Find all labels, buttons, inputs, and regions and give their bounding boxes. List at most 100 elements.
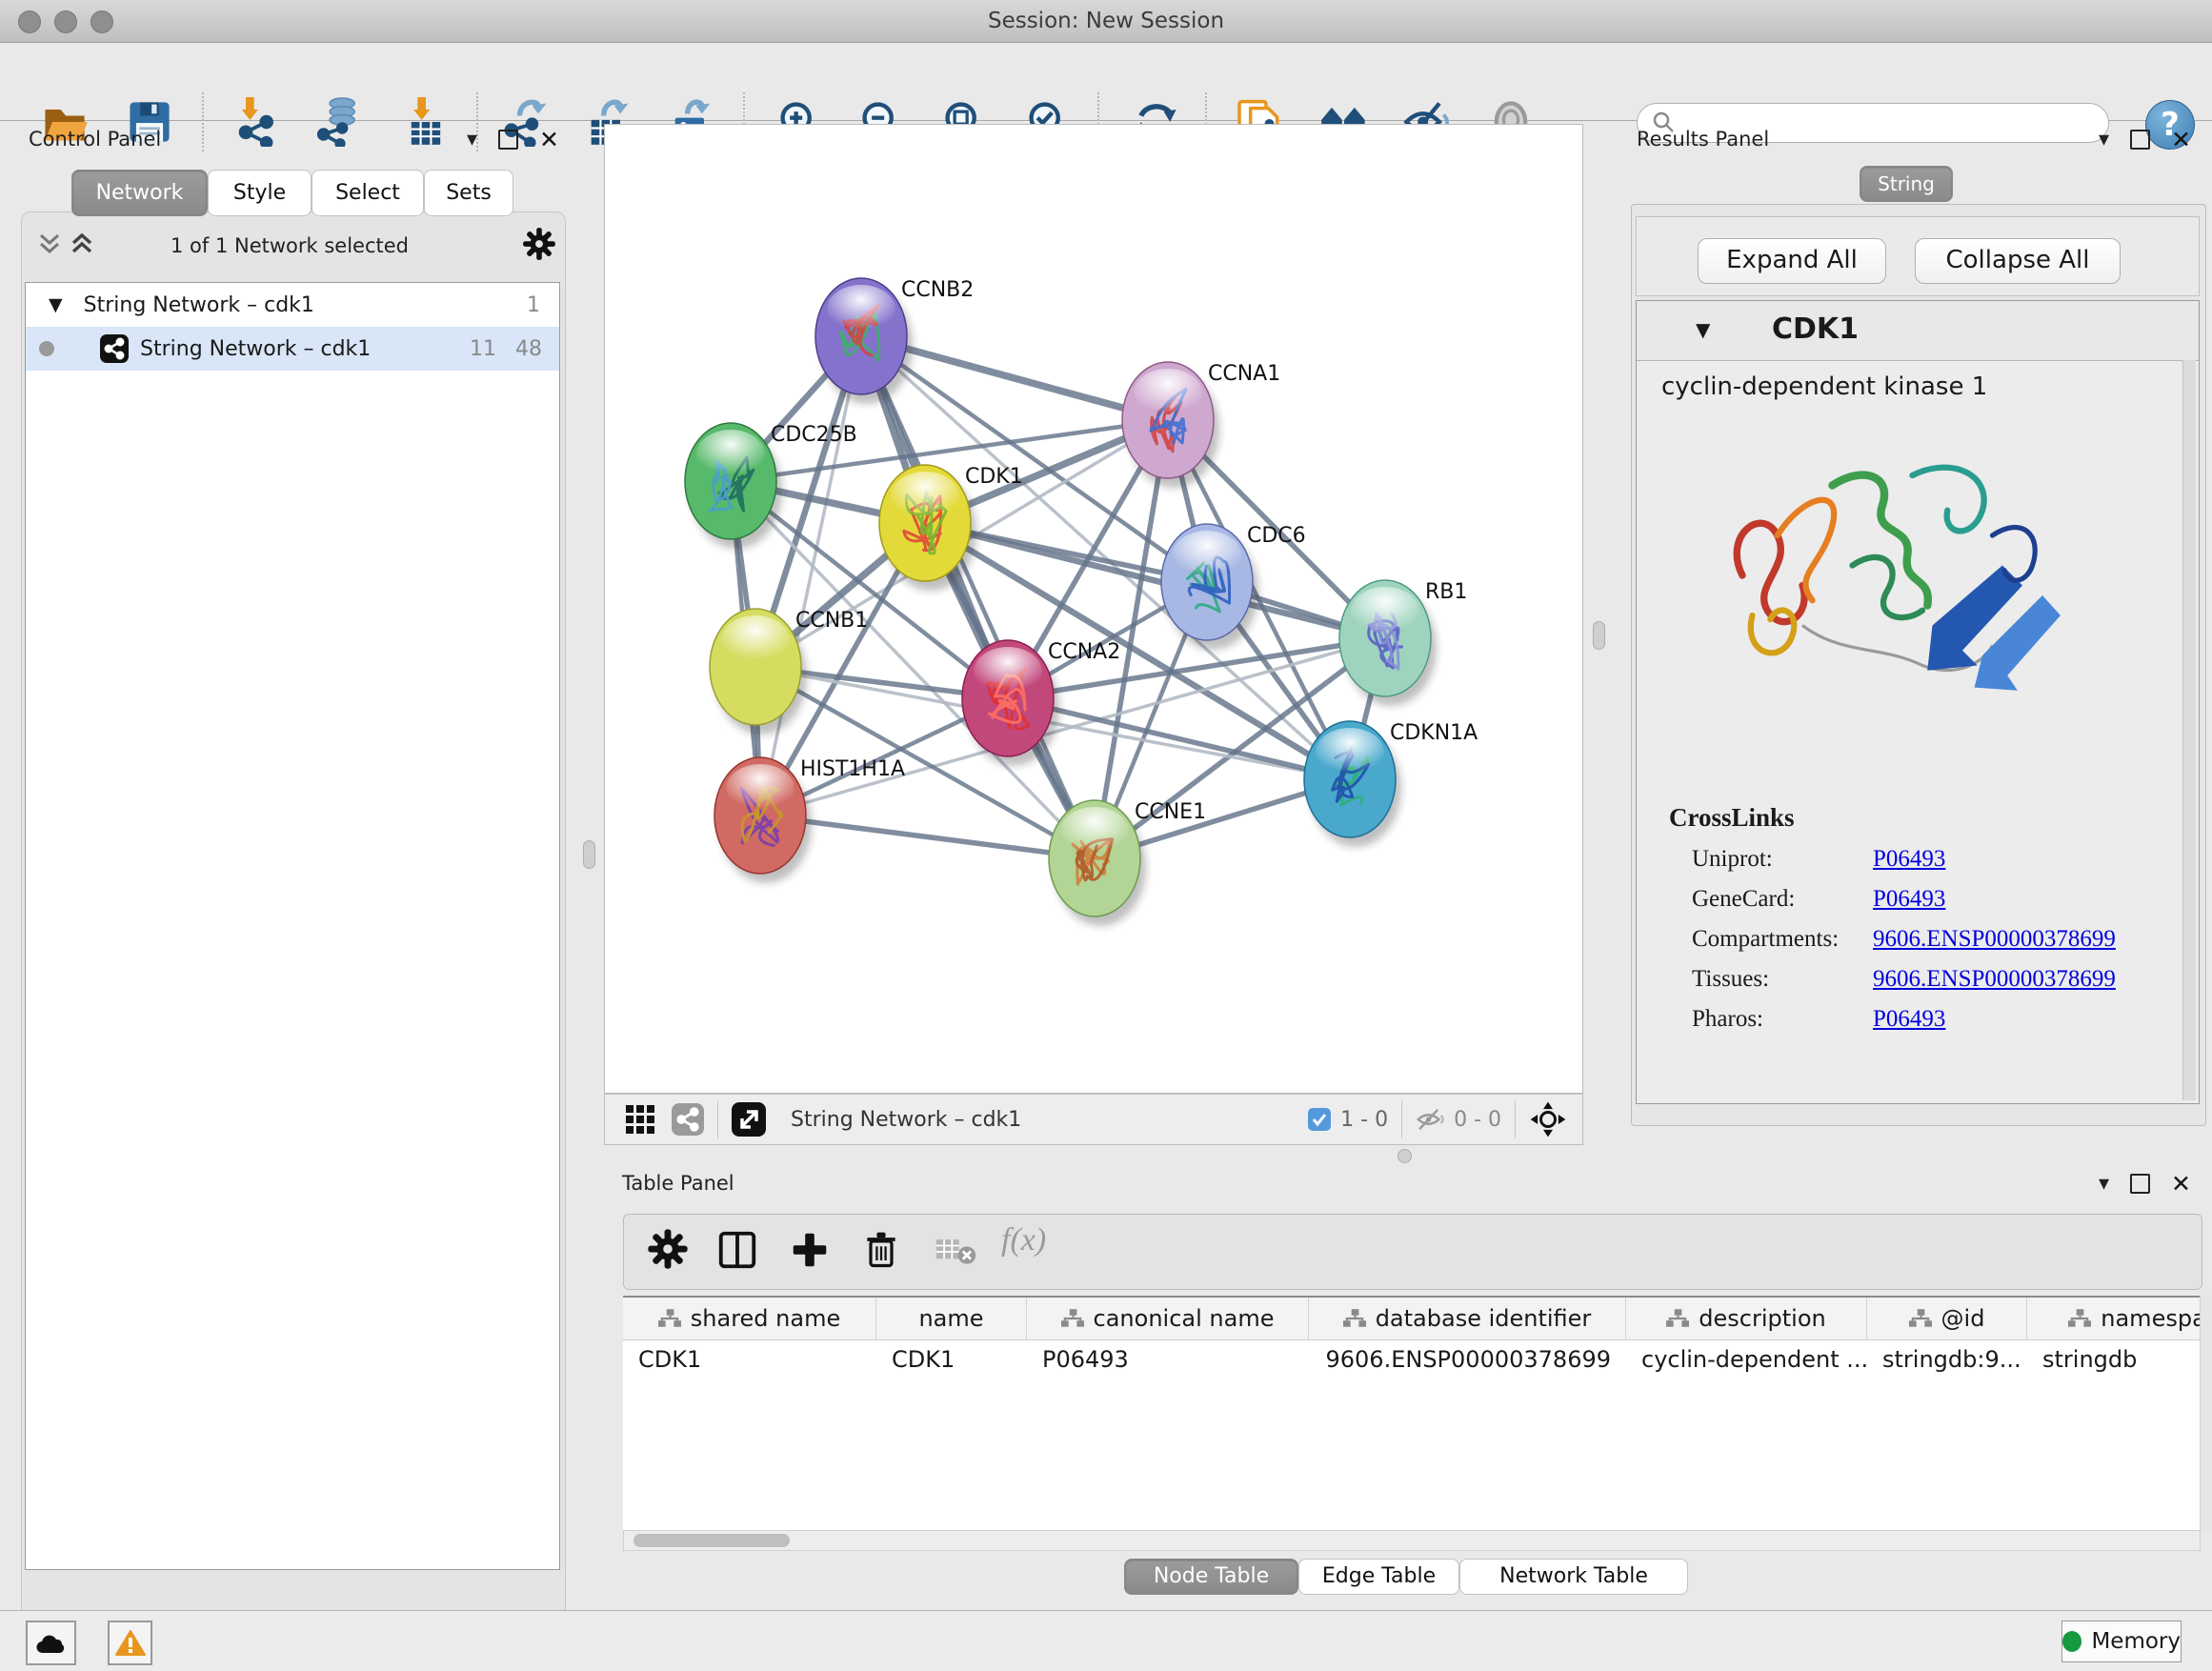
- tab-style[interactable]: Style: [208, 170, 312, 216]
- network-node-rb1[interactable]: RB1: [1339, 580, 1467, 706]
- table-row[interactable]: CDK1CDK1P064939606.ENSP00000378699cyclin…: [623, 1340, 2201, 1380]
- column-type-icon: [1666, 1309, 1689, 1328]
- network-node-ccnb2[interactable]: CCNB2: [815, 278, 974, 404]
- column-header-database-identifier[interactable]: database identifier: [1309, 1298, 1626, 1339]
- network-view-statusbar: String Network – cdk1 1 - 0 0 - 0: [604, 1094, 1583, 1145]
- panel-float-icon[interactable]: [2130, 130, 2150, 150]
- column-header-namespace[interactable]: namespace: [2027, 1298, 2201, 1339]
- crosslink-value-link[interactable]: P06493: [1873, 1006, 1945, 1033]
- network-options-gear-icon[interactable]: [522, 227, 556, 265]
- network-collection-row[interactable]: ▼ String Network – cdk1 1: [26, 283, 559, 327]
- control-panel: Control Panel ▾ ✕ Network Style Select S…: [8, 124, 572, 1610]
- tab-network[interactable]: Network: [71, 170, 208, 216]
- network-node-hist1h1a[interactable]: HIST1H1A: [714, 757, 905, 883]
- crosslinks-title: CrossLinks: [1669, 803, 2199, 833]
- table-cell[interactable]: stringdb: [2027, 1340, 2201, 1380]
- gene-entry-header[interactable]: ▼ CDK1: [1637, 301, 2199, 361]
- window-title: Session: New Session: [0, 9, 2212, 33]
- panel-close-icon[interactable]: ✕: [2171, 1172, 2191, 1196]
- network-node-cdkn1a[interactable]: CDKN1A: [1304, 721, 1478, 847]
- panel-menu-icon[interactable]: ▾: [2099, 1174, 2109, 1195]
- network-row[interactable]: String Network – cdk1 11 48: [26, 327, 559, 371]
- warning-icon: [115, 1630, 146, 1657]
- network-node-ccna2[interactable]: CCNA2: [962, 640, 1120, 766]
- network-node-ccna1[interactable]: CCNA1: [1122, 362, 1280, 488]
- panel-close-icon[interactable]: ✕: [539, 128, 559, 151]
- column-header-canonical-name[interactable]: canonical name: [1027, 1298, 1309, 1339]
- crosslink-row: GeneCard:P06493: [1692, 886, 2199, 913]
- network-status-dot: [39, 341, 54, 356]
- table-panel-title: Table Panel: [622, 1172, 734, 1195]
- tab-select[interactable]: Select: [312, 170, 424, 216]
- entry-scrollbar[interactable]: [2182, 360, 2196, 1100]
- crosslink-value-link[interactable]: P06493: [1873, 846, 1945, 873]
- crosslink-value-link[interactable]: 9606.ENSP00000378699: [1873, 926, 2116, 953]
- network-node-cdc6[interactable]: CDC6: [1161, 524, 1306, 650]
- entry-collapse-icon[interactable]: ▼: [1696, 318, 1710, 341]
- warning-status-button[interactable]: [108, 1621, 152, 1665]
- node-label: CCNE1: [1135, 800, 1206, 824]
- crosslink-value-link[interactable]: P06493: [1873, 886, 1945, 913]
- table-cell[interactable]: cyclin-dependent ...: [1626, 1340, 1867, 1380]
- panel-float-icon[interactable]: [498, 130, 518, 150]
- column-header-shared-name[interactable]: shared name: [623, 1298, 876, 1339]
- string-network-icon: [100, 334, 129, 363]
- add-column-plus-icon[interactable]: [788, 1228, 832, 1276]
- network-node-ccne1[interactable]: CCNE1: [1049, 800, 1206, 926]
- crosslink-value-link[interactable]: 9606.ENSP00000378699: [1873, 966, 2116, 993]
- memory-button[interactable]: Memory: [2061, 1621, 2182, 1662]
- tree-expand-icon[interactable]: ▼: [49, 294, 63, 315]
- open-in-window-icon[interactable]: [732, 1102, 766, 1137]
- tab-node-table[interactable]: Node Table: [1124, 1559, 1298, 1595]
- table-settings-gear-icon[interactable]: [647, 1228, 689, 1274]
- grid-view-icon[interactable]: [626, 1105, 654, 1134]
- left-splitter-handle[interactable]: [583, 840, 595, 869]
- scrollbar-thumb[interactable]: [633, 1534, 790, 1547]
- delete-table-icon[interactable]: [935, 1236, 976, 1270]
- table-cell[interactable]: stringdb:9...: [1867, 1340, 2027, 1380]
- crosslink-row: Tissues:9606.ENSP00000378699: [1692, 966, 2199, 993]
- panel-menu-icon[interactable]: ▾: [2099, 130, 2109, 151]
- memory-status-dot: [2062, 1631, 2081, 1652]
- tab-string[interactable]: String: [1860, 166, 1953, 202]
- delete-column-trash-icon[interactable]: [860, 1228, 902, 1276]
- show-columns-icon[interactable]: [715, 1228, 759, 1276]
- table-vertical-scrollbar[interactable]: [2200, 1296, 2212, 1530]
- collapse-all-button[interactable]: Collapse All: [1915, 238, 2121, 284]
- table-cell[interactable]: CDK1: [876, 1340, 1027, 1380]
- column-header-description[interactable]: description: [1626, 1298, 1867, 1339]
- selected-checkbox-icon[interactable]: [1308, 1108, 1331, 1131]
- panel-float-icon[interactable]: [2130, 1174, 2150, 1194]
- crosslinks-list: Uniprot:P06493GeneCard:P06493Compartment…: [1637, 846, 2199, 1033]
- bottom-splitter-handle[interactable]: [1398, 1149, 1412, 1163]
- network-view-canvas[interactable]: CCNB2CCNA1CDC25BCDK1CDC6RB1CCNB1CCNA2CDK…: [604, 124, 1583, 1094]
- node-count: 11: [470, 337, 496, 361]
- tab-edge-table[interactable]: Edge Table: [1298, 1559, 1459, 1595]
- expand-all-button[interactable]: Expand All: [1698, 238, 1886, 284]
- column-header-name[interactable]: name: [876, 1298, 1027, 1339]
- network-edge[interactable]: [760, 336, 861, 815]
- node-table[interactable]: shared namenamecanonical namedatabase id…: [623, 1296, 2201, 1532]
- birds-eye-view-icon[interactable]: [1529, 1100, 1567, 1138]
- column-header--id[interactable]: @id: [1867, 1298, 2027, 1339]
- cloud-status-button[interactable]: [26, 1621, 76, 1665]
- node-label: CCNA1: [1208, 362, 1280, 386]
- table-cell[interactable]: 9606.ENSP00000378699: [1309, 1340, 1626, 1380]
- network-edge[interactable]: [925, 523, 1385, 638]
- panel-close-icon[interactable]: ✕: [2171, 128, 2191, 151]
- table-cell[interactable]: CDK1: [623, 1340, 876, 1380]
- node-label: CCNB1: [795, 609, 868, 633]
- network-thumbnail-icon[interactable]: [672, 1103, 704, 1136]
- function-builder-fx[interactable]: f(x): [1001, 1222, 1046, 1258]
- tab-sets[interactable]: Sets: [424, 170, 513, 216]
- table-header-row: shared namenamecanonical namedatabase id…: [623, 1298, 2201, 1340]
- table-toolbar: f(x): [623, 1214, 2202, 1290]
- table-horizontal-scrollbar[interactable]: [623, 1530, 2201, 1551]
- tab-network-table[interactable]: Network Table: [1459, 1559, 1688, 1595]
- hidden-node-edge-counts: 0 - 0: [1454, 1108, 1501, 1132]
- node-label: CDKN1A: [1390, 721, 1478, 745]
- results-panel: Results Panel ▾ ✕ String Expand All Coll…: [1622, 124, 2212, 1158]
- right-splitter-handle[interactable]: [1593, 621, 1605, 650]
- table-cell[interactable]: P06493: [1027, 1340, 1309, 1380]
- panel-menu-icon[interactable]: ▾: [467, 130, 477, 151]
